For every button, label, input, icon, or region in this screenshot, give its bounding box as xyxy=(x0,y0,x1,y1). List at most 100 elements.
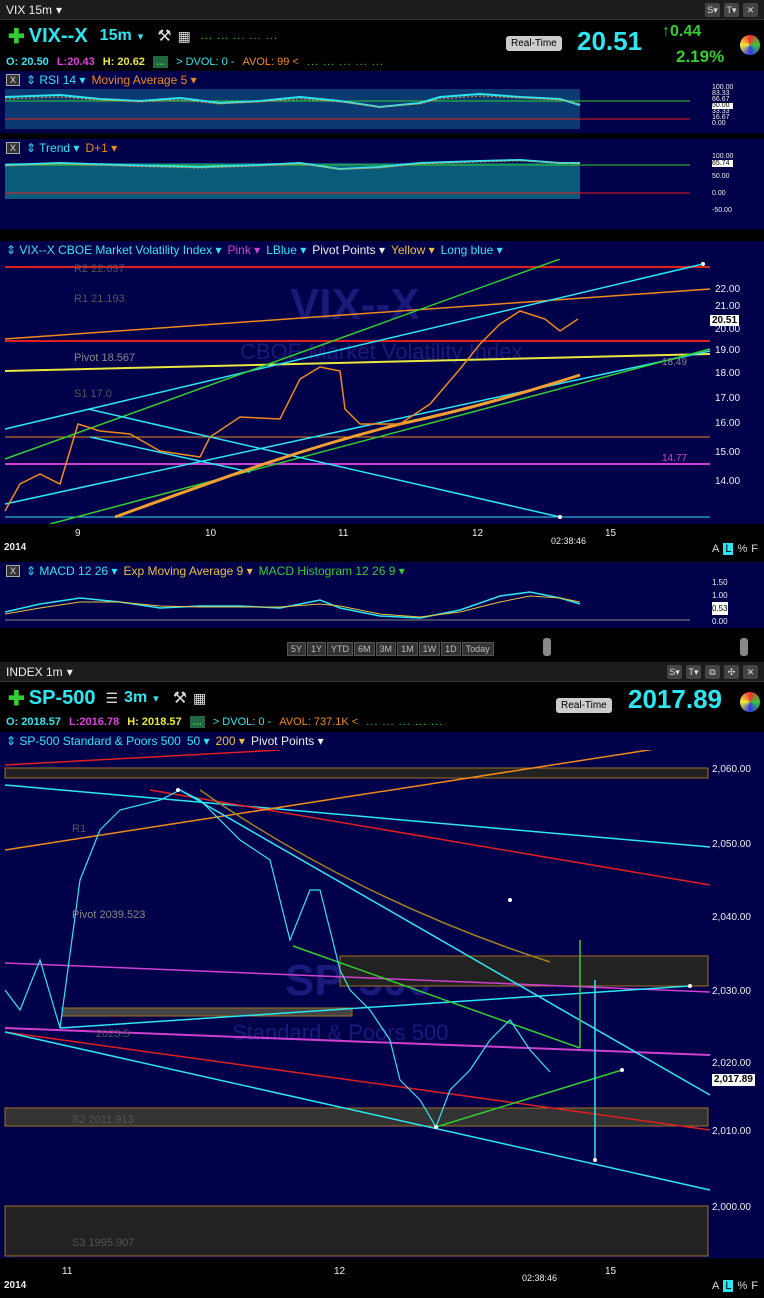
anchor-point[interactable] xyxy=(508,898,512,902)
date-tick: 12 xyxy=(334,1266,346,1277)
anchor-point[interactable] xyxy=(620,1068,624,1072)
scale-fit-button[interactable]: F xyxy=(751,543,758,555)
close-icon[interactable]: ✕ xyxy=(743,664,758,679)
anchor-point[interactable] xyxy=(593,1158,597,1162)
opt-pivot-label: Pivot Points xyxy=(312,243,376,257)
opt-lblue[interactable]: LBlue ▾ xyxy=(266,243,306,257)
template-icon[interactable]: T▾ xyxy=(724,2,739,17)
scale-percent-button[interactable]: % xyxy=(737,1280,747,1292)
opt-longblue[interactable]: Long blue ▾ xyxy=(441,243,503,257)
date-tick: 11 xyxy=(62,1266,73,1277)
date-tick: 10 xyxy=(205,528,217,539)
high-value: H: 20.62 xyxy=(102,56,145,68)
macd-hist-label[interactable]: MACD Histogram 12 26 9 ▾ xyxy=(259,564,405,578)
symbol-input[interactable]: VIX--X xyxy=(29,25,88,48)
palette-icon[interactable] xyxy=(740,692,760,712)
vix-titlebar: VIX 15m ▾ S▾ T▾ ✕ xyxy=(0,0,764,20)
scale-log-button[interactable]: L xyxy=(723,1280,734,1292)
calculator-icon[interactable]: ▦ xyxy=(193,690,206,707)
add-icon[interactable]: ✚ xyxy=(8,686,25,711)
palette-icon[interactable] xyxy=(740,35,760,55)
scale-fit-button[interactable]: F xyxy=(751,1280,758,1292)
r2-label: R2 22.697 xyxy=(74,263,125,275)
tf-5y-button[interactable]: 5Y xyxy=(287,642,307,656)
tf-3m-button[interactable]: 3M xyxy=(375,642,397,656)
ohlc-row: O: 20.50 L:20.43 H: 20.62 ... > DVOL: 0 … xyxy=(6,56,384,68)
interval-selector[interactable]: 3m xyxy=(124,689,147,707)
tools-icon[interactable]: ⚒ xyxy=(157,26,171,46)
calculator-icon[interactable]: ▦ xyxy=(178,28,191,45)
opt-yellow-label: Yellow xyxy=(390,243,426,257)
add-icon[interactable]: ✚ xyxy=(8,24,25,49)
opt-pink[interactable]: Pink ▾ xyxy=(227,243,260,257)
interval-dropdown-icon[interactable]: ▾ xyxy=(153,692,159,705)
scale-log-button[interactable]: L xyxy=(723,543,734,555)
magenta-value-label: 14.77 xyxy=(662,453,687,464)
dropdown-icon[interactable]: ▾ xyxy=(67,665,73,679)
macd-label[interactable]: ⇕ MACD 12 26 ▾ xyxy=(26,564,117,578)
date-tick: 9 xyxy=(75,528,81,539)
tf-6m-button[interactable]: 6M xyxy=(354,642,375,656)
trend-axis: 100.00 65.74 50.00 0.00 -50.00 xyxy=(712,153,734,214)
orange-ascending-line xyxy=(4,744,681,851)
anchor-point[interactable] xyxy=(176,788,180,792)
tf-1d-button[interactable]: 1D xyxy=(441,642,461,656)
window-title: INDEX 1m xyxy=(6,664,63,679)
scale-percent-button[interactable]: % xyxy=(737,543,747,555)
anchor-point[interactable] xyxy=(558,515,562,519)
sp-study-label[interactable]: ⇕ SP-500 Standard & Poors 500 xyxy=(6,734,181,748)
opt-yellow[interactable]: Yellow ▾ xyxy=(391,243,435,257)
tf-1m-button[interactable]: 1M xyxy=(397,642,418,656)
link-box[interactable]: ... xyxy=(189,716,205,728)
interval-selector[interactable]: 15m xyxy=(100,27,132,45)
macd-tick: 1.50 xyxy=(712,578,728,587)
date-tick: 12 xyxy=(472,528,484,539)
red-descending-line xyxy=(149,789,711,886)
sync-icon[interactable]: S▾ xyxy=(667,664,682,679)
opt-pivot[interactable]: Pivot Points ▾ xyxy=(312,243,385,257)
vix-study-label[interactable]: ⇕ VIX--X CBOE Market Volatility Index ▾ xyxy=(6,243,221,257)
dropdown-icon[interactable]: ▾ xyxy=(56,3,62,17)
watermark: VIX--X xyxy=(290,280,420,329)
opt-pivot[interactable]: Pivot Points ▾ xyxy=(251,734,324,748)
tf-1y-button[interactable]: 1Y xyxy=(307,642,327,656)
tools-icon[interactable]: ⚒ xyxy=(173,688,187,708)
link-box[interactable]: ... xyxy=(152,56,169,68)
vix-panel: VIX 15m ▾ S▾ T▾ ✕ ✚ VIX--X 15m ▾ ⚒ ▦ ...… xyxy=(0,0,764,660)
tf-1w-button[interactable]: 1W xyxy=(418,642,441,656)
anchor-point[interactable] xyxy=(688,984,692,988)
rsi-label[interactable]: ⇕ RSI 14 ▾ xyxy=(26,73,85,87)
move-icon[interactable]: ✣ xyxy=(724,664,739,679)
trend-label[interactable]: ⇕ Trend ▾ xyxy=(26,141,79,155)
scale-auto-button[interactable]: A xyxy=(712,543,719,555)
macd-ema-label[interactable]: Exp Moving Average 9 ▾ xyxy=(123,564,252,578)
change-text: 0.44 xyxy=(670,23,702,40)
list-icon[interactable]: ☰ xyxy=(105,690,118,707)
symbol-input[interactable]: SP-500 xyxy=(29,687,96,710)
trend-sub-label[interactable]: D+1 ▾ xyxy=(85,141,117,155)
pivot-label: Pivot 2039.523 xyxy=(72,909,145,921)
sync-icon[interactable]: S▾ xyxy=(705,2,720,17)
anchor-point[interactable] xyxy=(701,262,705,266)
close-icon[interactable]: ✕ xyxy=(743,2,758,17)
macd-plot xyxy=(4,591,690,621)
scroll-handle[interactable] xyxy=(543,638,551,656)
anchor-point[interactable] xyxy=(434,1125,438,1129)
long-ma-curve xyxy=(114,373,581,519)
link-icon[interactable]: ⧉ xyxy=(705,664,720,679)
interval-dropdown-icon[interactable]: ▾ xyxy=(138,30,144,43)
scroll-handle-right[interactable] xyxy=(740,638,748,656)
rsi-ma-label[interactable]: Moving Average 5 ▾ xyxy=(91,73,196,87)
ma200-curve xyxy=(199,789,551,963)
scale-auto-button[interactable]: A xyxy=(712,1280,719,1292)
opt-200[interactable]: 200 ▾ xyxy=(216,734,245,748)
close-study-icon[interactable]: X xyxy=(6,565,20,577)
tf-today-button[interactable]: Today xyxy=(461,642,494,656)
sp-study-name: SP-500 Standard & Poors 500 xyxy=(19,734,181,748)
close-study-icon[interactable]: X xyxy=(6,74,20,86)
price-tick: 21.00 xyxy=(715,301,741,312)
opt-50[interactable]: 50 ▾ xyxy=(187,734,210,748)
close-study-icon[interactable]: X xyxy=(6,142,20,154)
tf-ytd-button[interactable]: YTD xyxy=(327,642,354,656)
template-icon[interactable]: T▾ xyxy=(686,664,701,679)
